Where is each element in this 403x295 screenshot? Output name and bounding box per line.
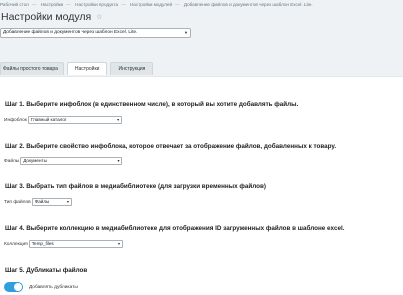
files-property-select[interactable]: Документы ▼: [20, 157, 123, 165]
tab-bar: Файлы простого товара Настройки Инструкц…: [0, 62, 156, 76]
breadcrumb-item[interactable]: Настройки модулей: [130, 2, 172, 7]
file-type-select-value: Файлы: [34, 199, 50, 204]
iblock-select[interactable]: Главный каталог ▼: [27, 116, 122, 124]
collection-select[interactable]: Temp_files ▼: [28, 240, 123, 248]
collection-field: Коллекция Temp_files ▼: [4, 240, 123, 248]
files-property-select-value: Документы: [23, 158, 47, 163]
files-property-field: Файлы Документы ▼: [4, 157, 123, 165]
title-row: Настройки модуля ☆: [0, 11, 102, 23]
iblock-label: Инфоблок: [4, 117, 27, 123]
star-icon[interactable]: ☆: [96, 13, 102, 21]
toggle-knob: [14, 283, 22, 291]
breadcrumb-item[interactable]: Рабочий стол: [0, 2, 29, 7]
file-type-select[interactable]: Файлы ▼: [31, 198, 72, 206]
module-select[interactable]: Добавление файлов и документов через шаб…: [0, 28, 191, 38]
page-title: Настройки модуля: [1, 11, 92, 23]
step-2-title: Шаг 2. Выберите свойство инфоблока, кото…: [5, 143, 337, 150]
step-5-title: Шаг 5. Дубликаты файлов: [5, 267, 88, 274]
settings-panel: Шаг 1. Выберите инфоблок (в единственном…: [0, 76, 403, 295]
chevron-down-icon: ▼: [116, 159, 121, 163]
step-4-title: Шаг 4. Выберите коллекцию в медиабиблиот…: [5, 225, 345, 232]
tab-settings[interactable]: Настройки: [66, 62, 108, 75]
iblock-select-value: Главный каталог: [30, 117, 67, 122]
step-3-title: Шаг 3. Выбрать тип файлов в медиабиблиот…: [5, 183, 266, 190]
breadcrumb-separator: —: [66, 2, 71, 7]
duplicates-toggle-label: Добавлять дубликаты: [29, 284, 78, 290]
breadcrumb-separator: —: [175, 2, 180, 7]
chevron-down-icon: ▼: [116, 118, 120, 122]
breadcrumb-separator: —: [121, 2, 126, 7]
iblock-field: Инфоблок Главный каталог ▼: [4, 116, 122, 124]
file-type-field: Тип файлов Файлы ▼: [4, 198, 72, 206]
tab-simple-product-files[interactable]: Файлы простого товара: [0, 62, 64, 75]
breadcrumb: Рабочий стол — Настройки — Настройки проду…: [0, 2, 313, 7]
chevron-down-icon: ▼: [184, 30, 188, 35]
duplicates-toggle-row: Добавлять дубликаты: [4, 282, 78, 292]
breadcrumb-item[interactable]: Настройки продукта: [75, 2, 118, 7]
breadcrumb-separator: —: [31, 2, 37, 7]
files-property-label: Файлы: [4, 158, 20, 164]
breadcrumb-item[interactable]: Настройки: [41, 2, 64, 7]
breadcrumb-item[interactable]: Добавление файлов и документов через шаб…: [184, 2, 313, 7]
collection-select-value: Temp_files: [31, 241, 54, 246]
file-type-label: Тип файлов: [4, 199, 31, 205]
duplicates-toggle[interactable]: [4, 282, 23, 292]
collection-label: Коллекция: [4, 241, 28, 247]
chevron-down-icon: ▼: [66, 200, 70, 204]
step-1-title: Шаг 1. Выберите инфоблок (в единственном…: [5, 101, 299, 108]
chevron-down-icon: ▼: [117, 242, 121, 246]
tab-instructions[interactable]: Инструкция: [110, 62, 154, 75]
page-header: Рабочий стол — Настройки — Настройки проду…: [0, 0, 403, 58]
module-select-value: Добавление файлов и документов через шаб…: [3, 30, 138, 35]
